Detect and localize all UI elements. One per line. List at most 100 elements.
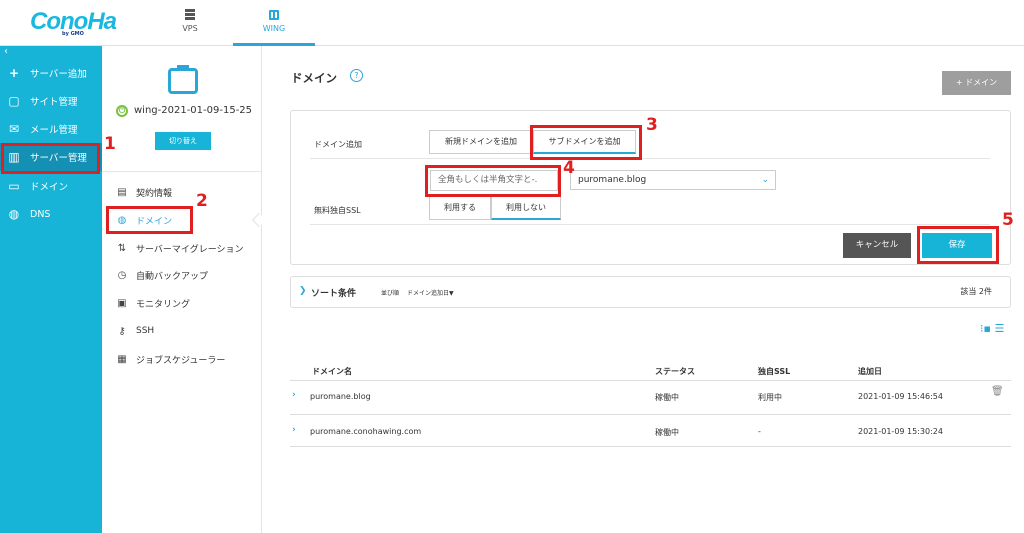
annotation-number-5: 5: [1002, 210, 1014, 230]
ssl-cell: -: [758, 427, 761, 436]
menu-item-label: サーバーマイグレーション: [136, 244, 244, 255]
mail-icon: ✉: [8, 122, 20, 136]
scheduler-icon: ▦: [117, 353, 127, 365]
page-title: ドメイン: [291, 71, 337, 85]
cancel-button[interactable]: キャンセル: [843, 233, 911, 258]
sidebar-item-label: サーバー追加: [30, 69, 87, 80]
list-view-icon[interactable]: ☰: [994, 322, 1004, 335]
sidebar-item-add-server[interactable]: + サーバー追加: [0, 59, 102, 87]
expand-row-icon[interactable]: ›: [292, 425, 296, 435]
column-header-domain[interactable]: ドメイン名: [312, 366, 352, 377]
date-cell: 2021-01-09 15:46:54: [858, 392, 943, 401]
annotation-number-4: 4: [563, 158, 575, 178]
status-cell: 稼働中: [655, 393, 679, 402]
menu-item-ssh[interactable]: ⚷ SSH: [116, 321, 256, 341]
server-rack-icon: [185, 9, 195, 20]
menu-item-monitoring[interactable]: ▣ モニタリング: [116, 293, 256, 313]
ssl-cell: 利用中: [758, 393, 782, 402]
monitor-icon: ▣: [117, 297, 127, 309]
power-icon: ⏻: [116, 105, 128, 117]
main-sidebar: ‹ + サーバー追加 ▢ サイト管理 ✉ メール管理 ▥ サーバー管理 ▭ ドメイン ◍ D…: [0, 46, 102, 533]
switch-server-button[interactable]: 切り替え: [155, 132, 211, 150]
wing-server-icon: [269, 10, 279, 20]
date-cell: 2021-01-09 15:30:24: [858, 427, 943, 436]
sidebar-item-label: メール管理: [30, 125, 78, 136]
menu-item-label: ジョブスケジューラー: [136, 355, 226, 366]
server-panel: ⏻ wing-2021-01-09-15-25 切り替え ▤ 契約情報 ◍ ドメイン…: [102, 46, 262, 533]
backup-icon: ◷: [117, 269, 127, 281]
sidebar-item-dns[interactable]: ◍ DNS: [0, 200, 102, 228]
sidebar-item-label: ドメイン: [30, 182, 69, 193]
annotation-box-3: [530, 125, 642, 160]
domain-icon: ▭: [8, 179, 20, 193]
server-name: wing-2021-01-09-15-25: [134, 105, 253, 116]
annotation-box-1: [1, 143, 100, 174]
status-cell: 稼働中: [655, 428, 679, 437]
view-toggle: ⁝▪ ☰: [980, 322, 1004, 335]
annotation-number-3: 3: [646, 115, 658, 135]
domain-select-value: puromane.blog: [578, 175, 647, 185]
sidebar-item-label: サイト管理: [30, 97, 78, 108]
trash-icon[interactable]: 🗑: [991, 386, 1004, 397]
ssl-label: 無料独自SSL: [314, 206, 361, 215]
divider: [290, 414, 1011, 415]
annotation-number-1: 1: [104, 134, 116, 154]
annotation-box-5: [917, 226, 999, 264]
sidebar-item-label: DNS: [30, 208, 51, 220]
sort-order-label: 並び順: [381, 290, 400, 297]
logo-sub: by GMO: [62, 31, 84, 37]
column-header-date[interactable]: 追加日: [858, 366, 882, 377]
divider: [290, 380, 1011, 381]
key-icon: ⚷: [118, 325, 126, 337]
menu-item-backup[interactable]: ◷ 自動バックアップ: [116, 265, 256, 285]
sidebar-item-mail[interactable]: ✉ メール管理: [0, 115, 102, 143]
sort-order-value[interactable]: ドメイン追加日▼: [407, 288, 454, 297]
domain-select[interactable]: puromane.blog ⌄: [570, 170, 776, 190]
menu-item-migration[interactable]: ⇅ サーバーマイグレーション: [116, 238, 256, 258]
sidebar-item-domain[interactable]: ▭ ドメイン: [0, 172, 102, 200]
divider: [290, 446, 1011, 447]
result-count: 該当 2件: [960, 287, 992, 296]
sort-title: ソート条件: [311, 289, 357, 299]
divider: [310, 224, 990, 225]
top-header: ConoHa by GMO VPS WING: [0, 0, 1024, 46]
menu-item-label: 自動バックアップ: [136, 271, 209, 282]
sidebar-item-site[interactable]: ▢ サイト管理: [0, 87, 102, 115]
domain-cell: puromane.conohawing.com: [310, 427, 422, 436]
sidebar-collapse-icon[interactable]: ‹: [4, 46, 8, 57]
site-icon: ▢: [8, 94, 20, 108]
column-header-status[interactable]: ステータス: [655, 366, 695, 377]
annotation-box-2: [106, 206, 193, 234]
new-domain-option[interactable]: 新規ドメインを追加: [429, 130, 533, 154]
globe-icon: ◍: [8, 207, 20, 221]
menu-item-label: SSH: [136, 326, 155, 336]
divider: [310, 158, 990, 159]
menu-item-label: モニタリング: [136, 299, 191, 310]
annotation-box-4: [425, 165, 561, 197]
migration-icon: ⇅: [117, 242, 127, 254]
help-icon[interactable]: ?: [350, 69, 363, 82]
domain-cell: puromane.blog: [310, 392, 371, 401]
chevron-down-icon: ⌄: [761, 175, 769, 185]
chevron-right-icon: ❯: [299, 286, 307, 296]
column-settings-icon[interactable]: ⁝▪: [980, 322, 991, 335]
menu-item-label: 契約情報: [136, 188, 173, 199]
tab-wing-label: WING: [262, 24, 286, 33]
tab-vps[interactable]: VPS: [150, 0, 230, 46]
contract-icon: ▤: [117, 186, 127, 198]
domain-add-label: ドメイン追加: [314, 140, 362, 149]
menu-item-scheduler[interactable]: ▦ ジョブスケジューラー: [116, 349, 256, 369]
plus-icon: +: [8, 66, 20, 80]
expand-row-icon[interactable]: ›: [292, 390, 296, 400]
tab-wing[interactable]: WING: [233, 0, 315, 46]
server-icon: [168, 65, 198, 94]
divider: [102, 171, 262, 172]
ssl-no-use-option[interactable]: 利用しない: [491, 196, 561, 220]
add-domain-button[interactable]: + ドメイン: [942, 71, 1011, 95]
sort-panel[interactable]: ❯ ソート条件 並び順 ドメイン追加日▼ 該当 2件: [290, 276, 1011, 308]
annotation-number-2: 2: [196, 191, 208, 211]
menu-item-contract[interactable]: ▤ 契約情報: [116, 182, 256, 202]
tab-vps-label: VPS: [182, 24, 198, 33]
ssl-use-option[interactable]: 利用する: [429, 196, 491, 220]
column-header-ssl[interactable]: 独自SSL: [758, 366, 790, 377]
